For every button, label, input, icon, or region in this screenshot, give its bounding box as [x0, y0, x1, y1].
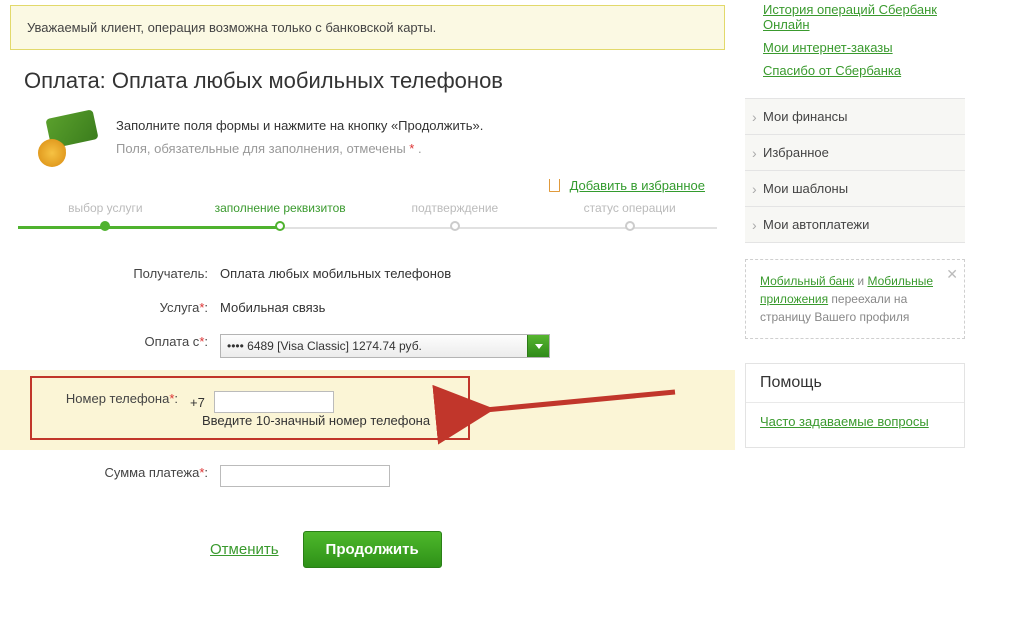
- help-title: Помощь: [746, 364, 964, 403]
- phone-red-frame: Номер телефона*: +7 Введите 10-значный н…: [30, 376, 470, 440]
- close-icon[interactable]: ✕: [946, 264, 958, 285]
- row-pay-from: Оплата с*: •••• 6489 [Visa Classic] 1274…: [30, 323, 725, 366]
- row-amount: Сумма платежа*:: [30, 454, 725, 495]
- sidebar-item-autopay[interactable]: Мои автоплатежи: [745, 207, 965, 243]
- alert-card-only: Уважаемый клиент, операция возможна толь…: [10, 5, 725, 50]
- sidebar-item-finances[interactable]: Мои финансы: [745, 99, 965, 135]
- phone-highlight-band: Номер телефона*: +7 Введите 10-значный н…: [0, 370, 735, 450]
- chevron-down-icon: [527, 335, 549, 357]
- pay-from-value: •••• 6489 [Visa Classic] 1274.74 руб.: [227, 339, 422, 353]
- label-service: Услуга*:: [30, 297, 220, 315]
- alert-text: Уважаемый клиент, операция возможна толь…: [27, 20, 436, 35]
- label-phone: Номер телефона*:: [42, 388, 190, 406]
- phone-input[interactable]: [214, 391, 334, 413]
- sidebar-link-history[interactable]: История операций Сбербанк Онлайн: [763, 2, 965, 32]
- phone-hint: Введите 10-значный номер телефона: [202, 413, 454, 428]
- amount-input[interactable]: [220, 465, 390, 487]
- add-to-favorites-link[interactable]: Добавить в избранное: [570, 178, 705, 193]
- sidebar-item-templates[interactable]: Мои шаблоны: [745, 171, 965, 207]
- label-pay-from: Оплата с*:: [30, 331, 220, 349]
- favorites-row: Добавить в избранное: [10, 177, 705, 193]
- row-recipient: Получатель: Оплата любых мобильных телеф…: [30, 255, 725, 289]
- label-amount: Сумма платежа*:: [30, 462, 220, 480]
- progress-steps: выбор услуги заполнение реквизитов подтв…: [18, 201, 717, 231]
- help-faq-link[interactable]: Часто задаваемые вопросы: [760, 413, 950, 431]
- sidebar-links: История операций Сбербанк Онлайн Мои инт…: [745, 0, 965, 98]
- payment-icon: [38, 112, 98, 167]
- label-recipient: Получатель:: [30, 263, 220, 281]
- instruction-line2: Поля, обязательные для заполнения, отмеч…: [116, 137, 483, 160]
- arrow-annotation: [475, 392, 675, 425]
- continue-button[interactable]: Продолжить: [303, 531, 442, 568]
- row-service: Услуга*: Мобильная связь: [30, 289, 725, 323]
- help-widget: Помощь Часто задаваемые вопросы: [745, 363, 965, 448]
- step-select-service: выбор услуги: [18, 201, 193, 231]
- value-service: Мобильная связь: [220, 297, 725, 315]
- sidebar-link-orders[interactable]: Мои интернет-заказы: [763, 40, 965, 55]
- notice-link-mobile-bank[interactable]: Мобильный банк: [760, 274, 854, 288]
- value-recipient: Оплата любых мобильных телефонов: [220, 263, 725, 281]
- pay-from-select[interactable]: •••• 6489 [Visa Classic] 1274.74 руб.: [220, 334, 550, 358]
- cancel-button[interactable]: Отменить: [210, 541, 279, 558]
- phone-prefix: +7: [190, 395, 205, 410]
- sidebar-notice: ✕ Мобильный банк и Мобильные приложения …: [745, 259, 965, 339]
- step-fill-details: заполнение реквизитов: [193, 201, 368, 231]
- sidebar-item-favorites[interactable]: Избранное: [745, 135, 965, 171]
- step-status: статус операции: [542, 201, 717, 231]
- instructions: Заполните поля формы и нажмите на кнопку…: [38, 112, 725, 167]
- sidebar-link-spasibo[interactable]: Спасибо от Сбербанка: [763, 63, 965, 78]
- form-actions: Отменить Продолжить: [210, 531, 725, 568]
- page-title: Оплата: Оплата любых мобильных телефонов: [24, 68, 725, 94]
- bookmark-icon: [549, 179, 560, 192]
- instruction-line1: Заполните поля формы и нажмите на кнопку…: [116, 114, 483, 137]
- step-confirm: подтверждение: [368, 201, 543, 231]
- sidebar-menu: Мои финансы Избранное Мои шаблоны Мои ав…: [745, 98, 965, 243]
